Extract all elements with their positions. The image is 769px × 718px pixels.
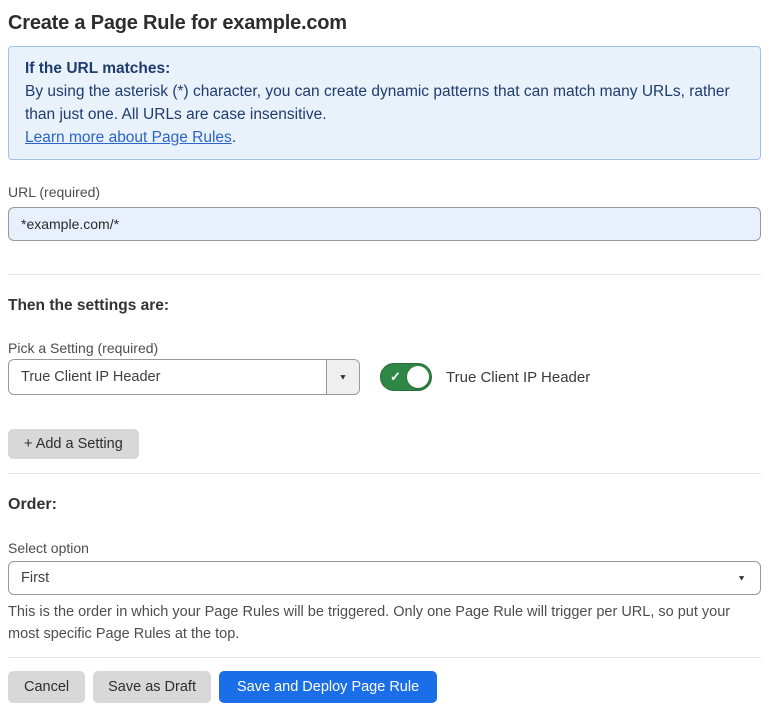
save-draft-button[interactable]: Save as Draft — [93, 671, 211, 703]
toggle-label: True Client IP Header — [446, 369, 590, 386]
cancel-button[interactable]: Cancel — [8, 671, 85, 703]
save-deploy-button[interactable]: Save and Deploy Page Rule — [219, 671, 437, 703]
setting-toggle[interactable]: ✓ — [380, 363, 432, 391]
order-help-text: This is the order in which your Page Rul… — [8, 601, 753, 645]
divider — [8, 473, 761, 474]
divider — [8, 657, 761, 658]
link-period: . — [232, 129, 236, 146]
toggle-knob — [407, 366, 429, 388]
divider — [8, 274, 761, 275]
order-select-label: Select option — [8, 538, 761, 558]
url-field-label: URL (required) — [8, 182, 761, 202]
page-rule-form: Create a Page Rule for example.com If th… — [0, 0, 769, 718]
learn-more-link[interactable]: Learn more about Page Rules — [25, 129, 232, 146]
caret-down-icon: ▼ — [737, 574, 746, 583]
add-setting-button[interactable]: + Add a Setting — [8, 429, 139, 459]
caret-down-icon: ▼ — [326, 360, 359, 394]
setting-picker-label: Pick a Setting (required) — [8, 338, 761, 358]
order-select[interactable]: First ▼ — [8, 561, 761, 595]
setting-select-value: True Client IP Header — [9, 369, 172, 385]
order-select-value: First — [9, 570, 61, 586]
url-match-info-box: If the URL matches: By using the asteris… — [8, 46, 761, 160]
info-box-link-line: Learn more about Page Rules. — [25, 126, 744, 149]
order-section-heading: Order: — [8, 494, 761, 516]
page-title: Create a Page Rule for example.com — [8, 10, 761, 36]
setting-row: True Client IP Header ▼ ✓ True Client IP… — [8, 359, 761, 395]
settings-section-heading: Then the settings are: — [8, 296, 761, 316]
setting-select[interactable]: True Client IP Header ▼ — [8, 359, 360, 395]
footer-actions: Cancel Save as Draft Save and Deploy Pag… — [8, 671, 761, 703]
info-box-heading: If the URL matches: — [25, 57, 744, 80]
url-input[interactable] — [8, 207, 761, 241]
check-icon: ✓ — [390, 370, 401, 383]
info-box-body: By using the asterisk (*) character, you… — [25, 80, 744, 126]
